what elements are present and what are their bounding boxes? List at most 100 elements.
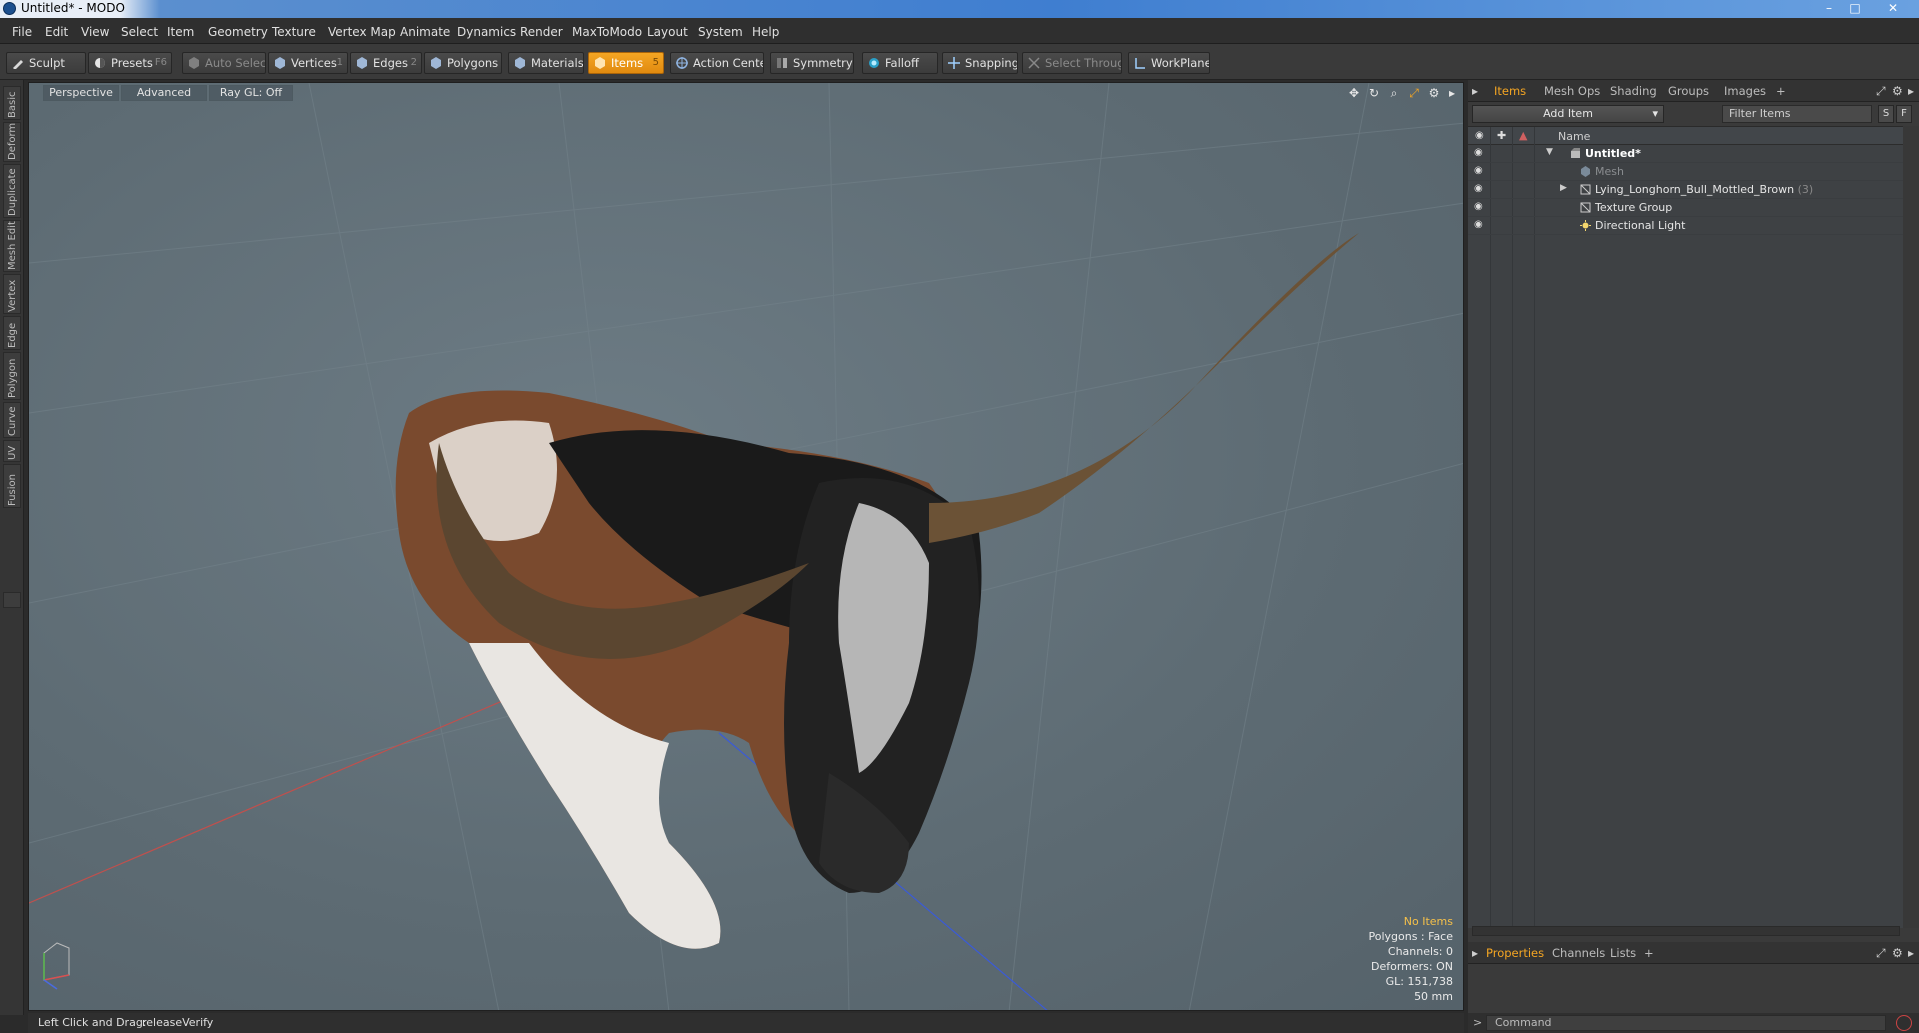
- presets-button[interactable]: Presets F6: [88, 52, 172, 74]
- tab-raygl[interactable]: Ray GL: Off: [209, 85, 293, 101]
- materials-icon: [515, 57, 525, 69]
- tab-items[interactable]: Items: [1494, 84, 1526, 98]
- visibility-eye-icon[interactable]: ◉: [1474, 202, 1486, 212]
- menu-help[interactable]: Help: [752, 25, 779, 39]
- snapping-button[interactable]: Snapping: [942, 52, 1018, 74]
- viewport-menu-icon[interactable]: ▸: [1445, 86, 1459, 100]
- tab-shading[interactable]: Shading: [1610, 84, 1657, 98]
- menu-item[interactable]: Item: [167, 25, 194, 39]
- expand-panel-icon[interactable]: ⤢: [1876, 84, 1886, 99]
- menu-edit[interactable]: Edit: [45, 25, 68, 39]
- tab-advanced[interactable]: Advanced: [121, 85, 207, 101]
- maximize-button[interactable]: □: [1842, 0, 1868, 16]
- 3d-viewport[interactable]: Perspective Advanced Ray GL: Off ✥ ↻ ⌕ ⤢…: [28, 82, 1464, 1011]
- items-mode-button[interactable]: Items 5: [588, 52, 664, 74]
- visibility-eye-icon[interactable]: ◉: [1474, 166, 1486, 176]
- fit-icon[interactable]: ⤢: [1407, 86, 1421, 100]
- tree-row-directional-light[interactable]: ◉ Directional Light: [1468, 217, 1903, 235]
- menu-view[interactable]: View: [81, 25, 109, 39]
- tab-images[interactable]: Images: [1724, 84, 1766, 98]
- auto-select-label: Auto Select: [205, 56, 266, 70]
- tree-row-scene[interactable]: ◉ ▼ Untitled*: [1468, 145, 1903, 163]
- menu-file[interactable]: File: [12, 25, 32, 39]
- visibility-eye-icon[interactable]: ◉: [1474, 220, 1486, 230]
- workplane-button[interactable]: WorkPlane: [1128, 52, 1210, 74]
- polygons-button[interactable]: Polygons: [424, 52, 502, 74]
- s-button[interactable]: S: [1878, 105, 1894, 123]
- materials-button[interactable]: Materials: [508, 52, 584, 74]
- action-center-button[interactable]: Action Center: [670, 52, 764, 74]
- falloff-button[interactable]: Falloff: [862, 52, 938, 74]
- tab-mesh-ops[interactable]: Mesh Ops: [1544, 84, 1600, 98]
- lock-column-icon[interactable]: ✚: [1497, 129, 1506, 142]
- command-input[interactable]: Command: [1486, 1015, 1886, 1031]
- panel-settings-icon[interactable]: ⚙: [1892, 84, 1903, 98]
- tab-perspective[interactable]: Perspective: [43, 85, 119, 101]
- tab-basic[interactable]: Basic: [3, 86, 21, 120]
- window-title: Untitled* - MODO: [21, 1, 125, 15]
- menu-select[interactable]: Select: [121, 25, 158, 39]
- tab-deform[interactable]: Deform: [3, 122, 21, 162]
- menu-system[interactable]: System: [698, 25, 743, 39]
- tab-duplicate[interactable]: Duplicate: [3, 164, 21, 218]
- tab-fusion[interactable]: Fusion: [3, 464, 21, 508]
- select-through-button[interactable]: Select Through: [1022, 52, 1122, 74]
- tab-curve[interactable]: Curve: [3, 402, 21, 438]
- add-item-dropdown[interactable]: Add Item ▾: [1472, 105, 1664, 123]
- tree-row-bull[interactable]: ◉ ▶ Lying_Longhorn_Bull_Mottled_Brown (3…: [1468, 181, 1903, 199]
- tab-properties[interactable]: Properties: [1486, 946, 1544, 960]
- panel-settings-icon[interactable]: ⚙: [1892, 946, 1903, 960]
- falloff-icon: [869, 58, 879, 68]
- edges-button[interactable]: Edges 2: [350, 52, 422, 74]
- panel-menu-icon[interactable]: ▸: [1908, 84, 1914, 98]
- filter-items-input[interactable]: Filter Items: [1722, 105, 1872, 123]
- menu-dynamics[interactable]: Dynamics: [457, 25, 516, 39]
- menu-layout[interactable]: Layout: [647, 25, 688, 39]
- menu-texture[interactable]: Texture: [272, 25, 316, 39]
- panel-pin-icon[interactable]: ▸: [1472, 946, 1478, 960]
- close-button[interactable]: ✕: [1880, 0, 1906, 16]
- expand-arrow-icon[interactable]: ▶: [1560, 183, 1567, 193]
- add-tab-button[interactable]: +: [1776, 84, 1786, 98]
- tab-lists[interactable]: Lists: [1610, 946, 1636, 960]
- tab-vertex-label: Vertex: [7, 279, 18, 312]
- mode-column-icon[interactable]: ▲: [1519, 129, 1527, 142]
- visibility-eye-icon[interactable]: ◉: [1474, 148, 1486, 158]
- panel-menu-icon[interactable]: ▸: [1908, 946, 1914, 960]
- visibility-column-icon[interactable]: ◉: [1475, 130, 1484, 141]
- tree-row-mesh[interactable]: ◉ Mesh: [1468, 163, 1903, 181]
- f-button[interactable]: F: [1896, 105, 1912, 123]
- tab-mesh-edit[interactable]: Mesh Edit: [3, 220, 21, 272]
- auto-select-button[interactable]: Auto Select: [182, 52, 266, 74]
- tree-row-texture-group[interactable]: ◉ Texture Group: [1468, 199, 1903, 217]
- menu-geometry[interactable]: Geometry: [208, 25, 268, 39]
- viewport-settings-icon[interactable]: ⚙: [1427, 86, 1441, 100]
- add-tab-button[interactable]: +: [1644, 946, 1654, 960]
- zoom-icon[interactable]: ⌕: [1387, 86, 1401, 100]
- expand-arrow-icon[interactable]: ▼: [1546, 147, 1553, 157]
- column-name-header[interactable]: Name: [1558, 130, 1590, 143]
- minimize-button[interactable]: –: [1816, 0, 1842, 16]
- tree-vertical-scrollbar[interactable]: [1903, 126, 1919, 928]
- tab-vertex[interactable]: Vertex: [3, 274, 21, 314]
- tab-uv[interactable]: UV: [3, 440, 21, 462]
- rotate-icon[interactable]: ↻: [1367, 86, 1381, 100]
- menu-vertex-map[interactable]: Vertex Map: [328, 25, 396, 39]
- sculpt-button[interactable]: Sculpt: [6, 52, 86, 74]
- visibility-eye-icon[interactable]: ◉: [1474, 184, 1486, 194]
- tab-channels[interactable]: Channels: [1552, 946, 1605, 960]
- menu-maxtomodo[interactable]: MaxToModo: [572, 25, 642, 39]
- pan-icon[interactable]: ✥: [1347, 86, 1361, 100]
- tab-collapse-toggle[interactable]: [3, 592, 21, 608]
- expand-panel-icon[interactable]: ⤢: [1876, 946, 1886, 961]
- menu-render[interactable]: Render: [520, 25, 563, 39]
- vertices-button[interactable]: Vertices 1: [268, 52, 348, 74]
- menu-animate[interactable]: Animate: [400, 25, 450, 39]
- tab-edge[interactable]: Edge: [3, 316, 21, 350]
- panel-pin-icon[interactable]: ▸: [1472, 84, 1478, 98]
- tab-groups[interactable]: Groups: [1668, 84, 1709, 98]
- tree-horizontal-scrollbar[interactable]: [1472, 926, 1900, 936]
- symmetry-button[interactable]: Symmetry: [770, 52, 854, 74]
- command-history-icon[interactable]: [1896, 1015, 1912, 1031]
- tab-polygon[interactable]: Polygon: [3, 352, 21, 400]
